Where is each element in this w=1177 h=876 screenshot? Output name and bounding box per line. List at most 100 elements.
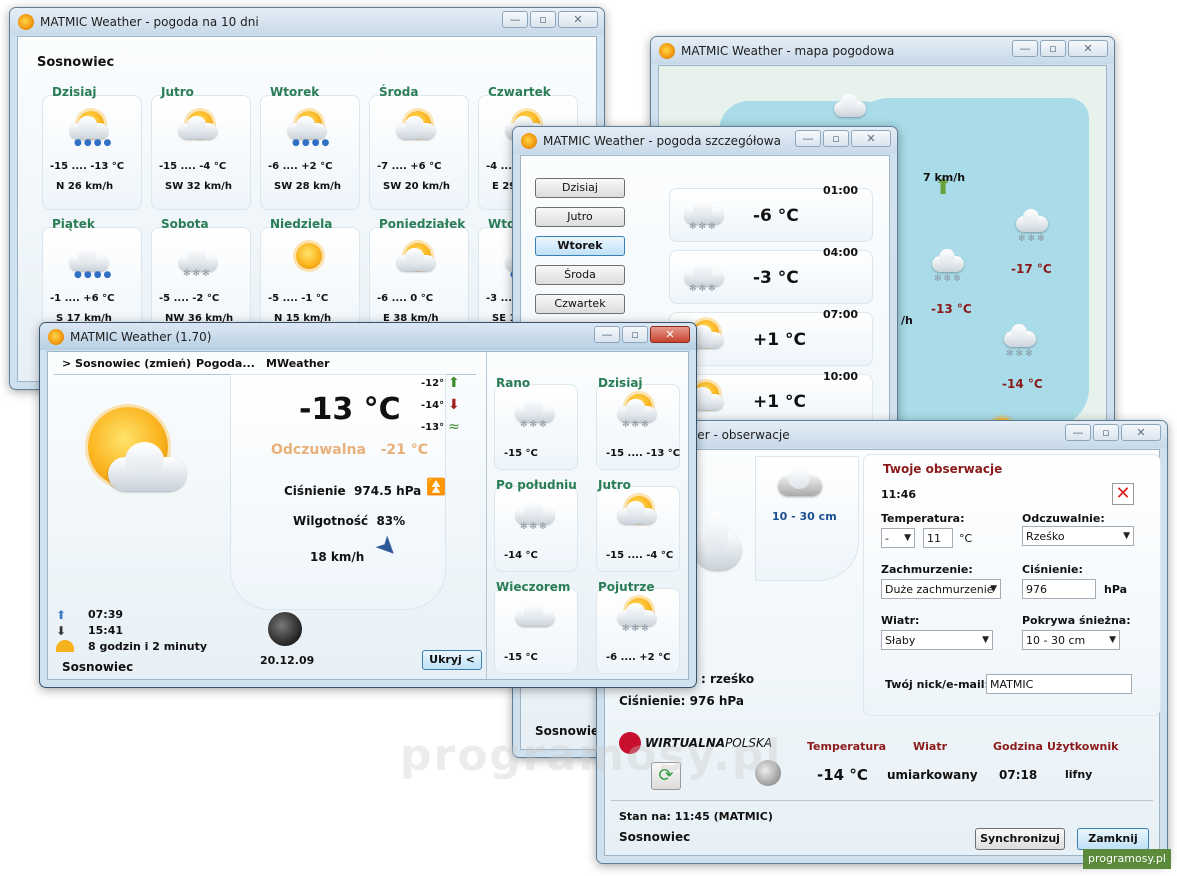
day-button-3[interactable]: Środa <box>535 265 625 285</box>
moon-phase-icon <box>268 612 302 646</box>
period-name: Dzisiaj <box>598 376 643 390</box>
obs-header-1: Wiatr <box>913 740 948 753</box>
day-button-0[interactable]: Dzisiaj <box>535 178 625 198</box>
cloud-icon <box>834 93 866 117</box>
maximize-button[interactable]: ▫ <box>530 11 556 28</box>
detail-titlebar[interactable]: MATMIC Weather - pogoda szczegółowa — ▫ ✕ <box>513 127 897 154</box>
side-divider <box>486 352 487 679</box>
snowcover-select[interactable]: 10 - 30 cm ▼ <box>1022 630 1120 650</box>
day-temp: -5 .... -1 °C <box>268 293 329 304</box>
close-button[interactable]: ✕ <box>1068 40 1108 57</box>
menu-item-0[interactable]: > Sosnowiec (zmień) <box>62 357 191 370</box>
day-name: Niedziela <box>270 217 333 231</box>
chevron-down-icon: ▼ <box>904 533 911 543</box>
day-name: Poniedziałek <box>379 217 466 231</box>
minimize-button[interactable]: — <box>1065 424 1091 441</box>
cloud-snow-icon: ✻✻✻ <box>512 390 558 430</box>
close-button[interactable]: ✕ <box>1121 424 1161 441</box>
day-wind: SW 28 km/h <box>274 181 341 192</box>
map-temp-2: -13 °C <box>931 302 972 316</box>
cloud-shape <box>516 602 554 626</box>
sun-cloud-snow-icon: ✻✻✻ <box>614 594 660 634</box>
detail-title: MATMIC Weather - pogoda szczegółowa <box>543 133 781 148</box>
feel-select[interactable]: Rześko ▼ <box>1022 526 1134 546</box>
obs-cell-2: 07:18 <box>999 768 1038 782</box>
day-button-2[interactable]: Wtorek <box>535 236 625 256</box>
app-icon <box>521 132 537 149</box>
minimize-button[interactable]: — <box>594 326 620 343</box>
cloud-snow-icon <box>1004 323 1036 347</box>
day-length: 8 godzin i 2 minuty <box>88 640 208 653</box>
hide-button[interactable]: Ukryj < <box>422 650 482 670</box>
close-button[interactable]: ✕ <box>650 326 690 343</box>
nick-input[interactable]: MATMIC <box>986 674 1132 694</box>
menu-item-2[interactable]: MWeather <box>266 357 330 370</box>
pressure-input[interactable]: 976 <box>1022 579 1096 599</box>
steady-icon: ≈ <box>448 419 460 435</box>
cloud-icon <box>695 512 741 570</box>
maximize-button[interactable]: ▫ <box>823 130 849 147</box>
period-name: Jutro <box>598 478 631 492</box>
hour-temp: +1 °C <box>753 330 806 350</box>
main-city: Sosnowiec <box>62 660 134 674</box>
obs-time: 11:46 <box>881 488 917 501</box>
day-name: Wtorek <box>270 85 320 99</box>
period-name: Pojutrze <box>598 580 655 594</box>
pressure-label: Ciśnienie: <box>1022 563 1083 576</box>
day-name: Dzisiaj <box>52 85 97 99</box>
sunset-icon: ⬇ <box>56 624 67 638</box>
snow-flakes: ✻✻✻ <box>934 274 963 284</box>
hour-temp: -3 °C <box>753 268 799 288</box>
close-button[interactable]: ✕ <box>851 130 891 147</box>
feels-label: Odczuwalna -21 °C <box>271 442 429 458</box>
snow-flakes: ✻✻✻ <box>183 269 212 279</box>
temp-sign-select[interactable]: - ▼ <box>881 528 915 548</box>
hour-time: 10:00 <box>823 370 859 383</box>
main-window: MATMIC Weather (1.70) — ▫ ✕ > Sosnowiec (z… <box>39 322 697 688</box>
arrow-up-icon: ⬆ <box>448 375 460 391</box>
period-temp: -15 °C <box>504 652 538 663</box>
close-button[interactable]: ✕ <box>558 11 598 28</box>
snow-flakes: ✻✻✻ <box>689 222 718 232</box>
trend-down: -14° <box>421 400 445 411</box>
temp-unit: °C <box>959 532 973 545</box>
day-temp: -15 .... -13 °C <box>50 161 125 172</box>
chevron-down-icon: ▼ <box>1123 531 1130 541</box>
maximize-button[interactable]: ▫ <box>622 326 648 343</box>
obs-header-3: Użytkownik <box>1047 740 1119 753</box>
wind-select[interactable]: Słaby ▼ <box>881 630 993 650</box>
close-obs-button[interactable]: Zamknij <box>1077 828 1149 850</box>
cloud-snow-icon <box>932 248 964 272</box>
period-temp: -15 .... -4 °C <box>606 550 674 561</box>
minimize-button[interactable]: — <box>1012 40 1038 57</box>
sun-icon <box>284 239 330 279</box>
day-button-4[interactable]: Czwartek <box>535 294 625 314</box>
menu-item-1[interactable]: Pogoda... <box>196 357 255 370</box>
cloud-select[interactable]: Duże zachmurzenie ▼ <box>881 579 1001 599</box>
sync-button[interactable]: Synchronizuj <box>975 828 1065 850</box>
map-titlebar[interactable]: MATMIC Weather - mapa pogodowa — ▫ ✕ <box>651 37 1114 64</box>
temp-input[interactable]: 11 <box>923 528 953 548</box>
period-name: Rano <box>496 376 531 390</box>
delete-icon[interactable]: ✕ <box>1112 483 1134 505</box>
day-button-1[interactable]: Jutro <box>535 207 625 227</box>
main-titlebar[interactable]: MATMIC Weather (1.70) — ▫ ✕ <box>40 323 696 350</box>
maximize-button[interactable]: ▫ <box>1040 40 1066 57</box>
day-temp: -7 .... +6 °C <box>377 161 442 172</box>
chevron-down-icon: ▼ <box>982 635 989 645</box>
pressure-unit: hPa <box>1104 583 1128 596</box>
hour-temp: -6 °C <box>753 206 799 226</box>
hour-time: 01:00 <box>823 184 859 197</box>
minimize-button[interactable]: — <box>795 130 821 147</box>
day-name: Środa <box>379 85 419 99</box>
sun-cloud-snow-icon: ✻✻✻ <box>614 390 660 430</box>
forecast-titlebar[interactable]: MATMIC Weather - pogoda na 10 dni — ▫ ✕ <box>10 8 604 35</box>
obs-header-0: Temperatura <box>807 740 887 753</box>
main-client: > Sosnowiec (zmień) Pogoda... MWeather -13… <box>47 351 689 680</box>
maximize-button[interactable]: ▫ <box>1093 424 1119 441</box>
day-temp: -1 .... +6 °C <box>50 293 115 304</box>
obs-cell-1: umiarkowany <box>887 768 978 782</box>
minimize-button[interactable]: — <box>502 11 528 28</box>
day-temp: -15 .... -4 °C <box>159 161 227 172</box>
obs-section-title: Twoje obserwacje <box>883 462 1003 476</box>
